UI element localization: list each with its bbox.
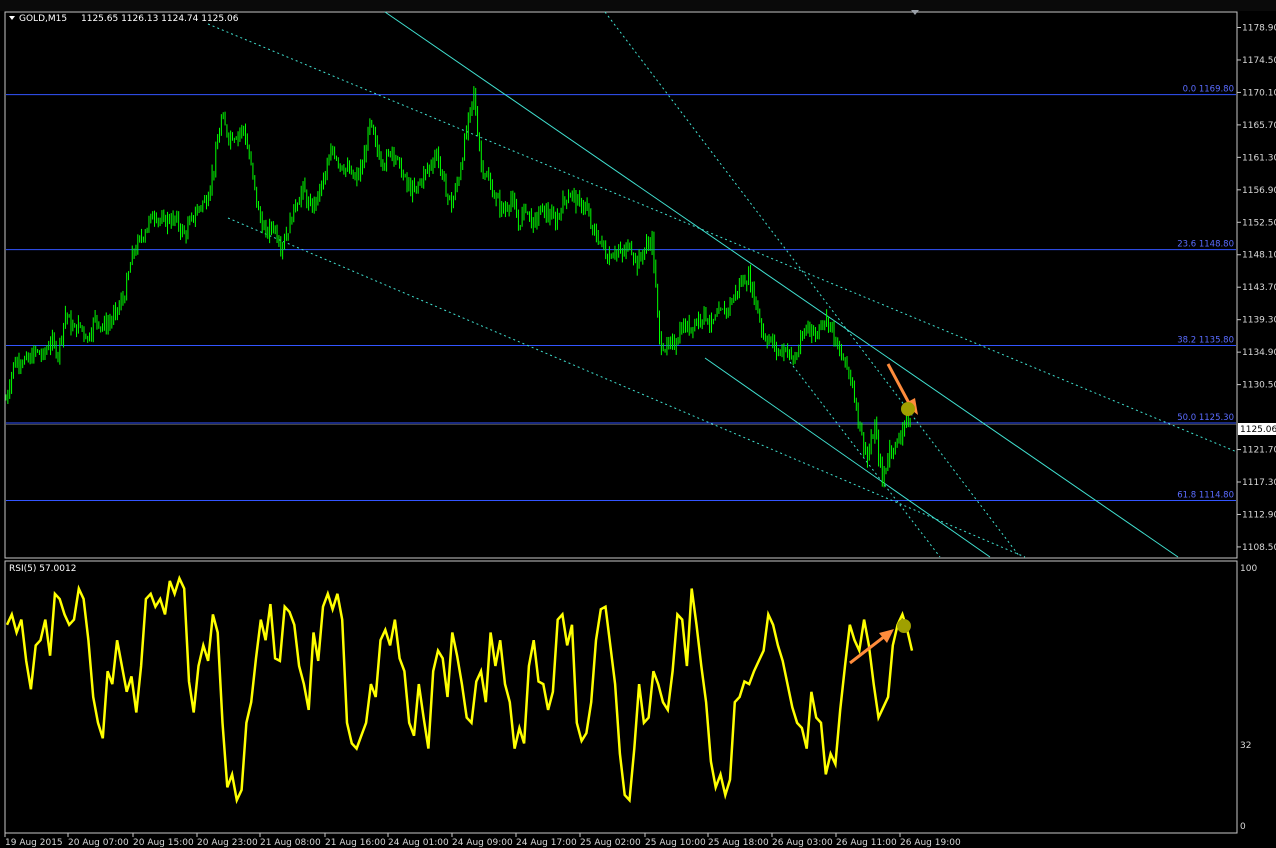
- price-tick-label: 1143.70: [1242, 283, 1276, 293]
- fib-level-label: 38.2 1135.80: [1177, 336, 1234, 346]
- price-tick-label: 1148.10: [1242, 251, 1276, 261]
- time-tick-label: 24 Aug 17:00: [516, 838, 577, 848]
- time-tick-label: 25 Aug 18:00: [708, 838, 769, 848]
- time-tick-label: 20 Aug 23:00: [197, 838, 258, 848]
- rsi-panel: [4, 560, 1238, 834]
- time-tick-label: 26 Aug 19:00: [900, 838, 961, 848]
- price-tick-label: 1130.50: [1242, 381, 1276, 391]
- price-marker: [901, 402, 915, 416]
- price-tick-label: 1112.90: [1242, 510, 1276, 520]
- rsi-level-32: 32: [1240, 741, 1251, 751]
- price-tick-label: 1170.10: [1242, 88, 1276, 98]
- time-tick-label: 26 Aug 11:00: [836, 838, 897, 848]
- time-tick-label: 20 Aug 07:00: [68, 838, 129, 848]
- time-tick-label: 19 Aug 2015: [5, 838, 63, 848]
- time-tick-label: 26 Aug 03:00: [772, 838, 833, 848]
- current-price-label: 1125.06: [1240, 425, 1276, 435]
- price-tick-label: 1134.90: [1242, 348, 1276, 358]
- price-tick-label: 1165.70: [1242, 121, 1276, 131]
- price-tick-label: 1178.90: [1242, 23, 1276, 33]
- price-tick-label: 1152.50: [1242, 218, 1276, 228]
- fib-level-label: 23.6 1148.80: [1177, 240, 1234, 250]
- ohlc-label: 1125.65 1126.13 1124.74 1125.06: [81, 14, 239, 24]
- time-tick-label: 20 Aug 15:00: [133, 838, 194, 848]
- time-tick-label: 24 Aug 09:00: [452, 838, 513, 848]
- rsi-level-0: 0: [1240, 822, 1246, 832]
- price-axis-group: 1178.90 1174.50 1170.10 1165.70 1161.30 1156.…: [1237, 23, 1276, 553]
- time-tick-label: 21 Aug 16:00: [325, 838, 386, 848]
- price-tick-label: 1174.50: [1242, 56, 1276, 66]
- rsi-label: RSI(5) 57.0012: [9, 564, 76, 574]
- price-tick-label: 1117.30: [1242, 478, 1276, 488]
- time-tick-label: 24 Aug 01:00: [388, 838, 449, 848]
- price-tick-label: 1156.90: [1242, 186, 1276, 196]
- trading-chart: 1178.90 1174.50 1170.10 1165.70 1161.30 1156.…: [0, 0, 1276, 848]
- price-tick-label: 1139.30: [1242, 316, 1276, 326]
- fib-level-label: 50.0 1125.30: [1177, 413, 1234, 423]
- price-panel: [4, 11, 1238, 559]
- time-tick-label: 21 Aug 08:00: [260, 838, 321, 848]
- rsi-level-100: 100: [1240, 564, 1257, 574]
- price-tick-label: 1108.50: [1242, 543, 1276, 553]
- price-tick-label: 1121.70: [1242, 446, 1276, 456]
- fib-level-label: 0.0 1169.80: [1183, 85, 1234, 95]
- time-tick-label: 25 Aug 10:00: [645, 838, 706, 848]
- time-axis: 19 Aug 2015 20 Aug 07:00 20 Aug 15:00 20 Au…: [4, 833, 961, 848]
- fib-level-label: 61.8 1114.80: [1177, 490, 1234, 500]
- symbol-label: GOLD,M15: [19, 14, 67, 24]
- time-tick-label: 25 Aug 02:00: [580, 838, 641, 848]
- rsi-marker: [897, 619, 911, 633]
- price-tick-label: 1161.30: [1242, 153, 1276, 163]
- top-strip: [0, 0, 1276, 11]
